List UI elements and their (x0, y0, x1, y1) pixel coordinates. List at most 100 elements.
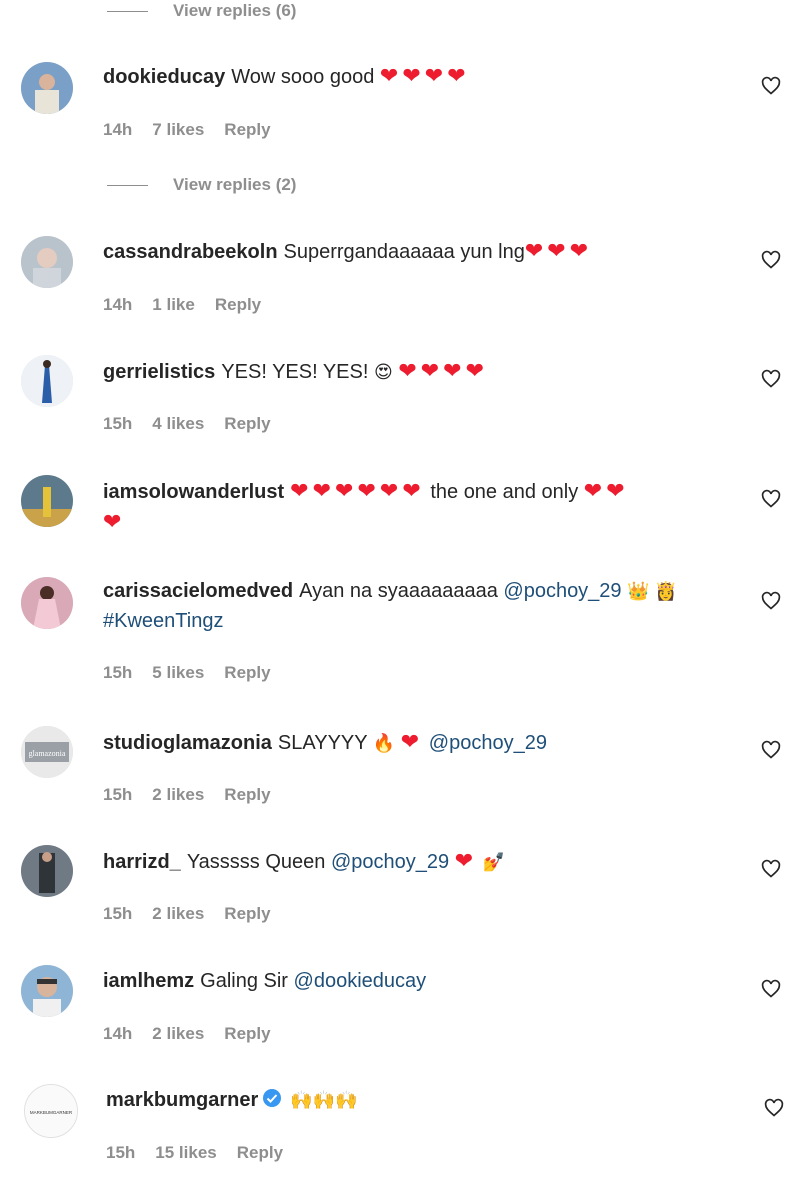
username[interactable]: studioglamazonia (103, 732, 272, 754)
comment-meta: 14h 1 like Reply (103, 295, 261, 315)
heart-icon[interactable] (761, 489, 781, 509)
avatar[interactable] (21, 845, 73, 897)
avatar-image: glamazonia (21, 726, 73, 778)
comment-text: carissacielomedved Ayan na syaaaaaaaaa @p… (103, 576, 733, 636)
comment-text: gerrielistics YES! YES! YES! 😍 ❤❤❤❤ (103, 356, 733, 387)
username[interactable]: carissacielomedved (103, 580, 293, 602)
heart-icon[interactable] (761, 369, 781, 389)
avatar[interactable] (21, 475, 73, 527)
avatar[interactable]: MARKBUMGARNER (24, 1084, 78, 1138)
heart-emoji: ❤❤❤❤ (379, 63, 470, 88)
likes-count[interactable]: 2 likes (152, 1024, 204, 1044)
reply-button[interactable]: Reply (224, 663, 270, 683)
username[interactable]: markbumgarner (106, 1089, 258, 1111)
avatar[interactable] (21, 236, 73, 288)
timestamp: 15h (103, 904, 133, 923)
likes-count[interactable]: 15 likes (155, 1143, 216, 1163)
username[interactable]: iamlhemz (103, 970, 194, 992)
mention-link[interactable]: @dookieducay (294, 970, 427, 992)
avatar[interactable] (21, 965, 73, 1017)
comment-meta: 15h 2 likes Reply (103, 904, 271, 924)
heart-eyes-emoji: 😍 (373, 362, 393, 382)
avatar-image (21, 475, 73, 527)
avatar-logo-text: MARKBUMGARNER (30, 1110, 73, 1115)
heart-emoji: ❤❤❤ (524, 238, 593, 263)
timestamp: 14h (103, 295, 133, 314)
comment-text: iamsolowanderlust ❤❤❤❤❤❤ the one and only… (103, 476, 733, 538)
avatar-image (21, 845, 73, 897)
avatar-image (21, 577, 73, 629)
reply-button[interactable]: Reply (224, 120, 270, 140)
timestamp: 14h (103, 1024, 133, 1043)
username[interactable]: gerrielistics (103, 361, 215, 383)
timestamp: 14h (103, 120, 133, 139)
divider-line (107, 10, 148, 12)
divider-line (107, 184, 148, 186)
username[interactable]: iamsolowanderlust (103, 481, 284, 503)
reply-button[interactable]: Reply (224, 785, 270, 805)
comment-meta: 15h 4 likes Reply (103, 414, 271, 434)
view-replies-mid[interactable]: View replies (2) (107, 174, 296, 196)
likes-count[interactable]: 7 likes (152, 120, 204, 140)
heart-emoji: ❤❤ (583, 478, 629, 503)
heart-emoji: ❤ (103, 509, 126, 534)
reply-button[interactable]: Reply (237, 1143, 283, 1163)
reply-button[interactable]: Reply (224, 904, 270, 924)
username[interactable]: harrizd_ (103, 851, 181, 873)
avatar[interactable] (21, 62, 73, 114)
avatar[interactable] (21, 355, 73, 407)
username[interactable]: dookieducay (103, 66, 225, 88)
likes-count[interactable]: 1 like (152, 295, 195, 315)
reply-button[interactable]: Reply (224, 414, 270, 434)
comment-text: dookieducay Wow sooo good ❤❤❤❤ (103, 61, 733, 92)
comment-meta: 15h 5 likes Reply (103, 663, 271, 683)
heart-icon[interactable] (761, 979, 781, 999)
comment-text: iamlhemz Galing Sir @dookieducay (103, 966, 733, 996)
avatar-image (21, 355, 73, 407)
hashtag-link[interactable]: #KweenTingz (103, 610, 223, 632)
comment-meta: 14h 7 likes Reply (103, 120, 271, 140)
heart-icon[interactable] (761, 591, 781, 611)
heart-icon[interactable] (764, 1098, 784, 1118)
username[interactable]: cassandrabeekoln (103, 241, 278, 263)
comment-text: markbumgarner 🙌🙌🙌 (106, 1085, 736, 1115)
view-replies-top[interactable]: View replies (6) (107, 0, 296, 22)
raised-hands-emoji: 🙌🙌🙌 (290, 1090, 358, 1110)
heart-emoji: ❤❤❤❤❤❤ (290, 478, 425, 503)
timestamp: 15h (103, 414, 133, 433)
timestamp: 15h (106, 1143, 136, 1162)
verified-badge-icon (263, 1089, 282, 1107)
view-replies-label: View replies (2) (173, 175, 297, 194)
comment-body: the one and only (430, 481, 579, 503)
heart-icon[interactable] (761, 740, 781, 760)
comment-text: cassandrabeekoln Superrgandaaaaaa yun lng… (103, 236, 733, 267)
comment-text: harrizd_ Yasssss Queen @pochoy_29 ❤ 💅 (103, 846, 733, 877)
mention-link[interactable]: @pochoy_29 (503, 580, 621, 602)
comment-meta: 15h 2 likes Reply (103, 785, 271, 805)
comment-body: YES! YES! YES! (221, 361, 369, 383)
avatar[interactable] (21, 577, 73, 629)
comment-body: SLAYYYY (277, 732, 368, 754)
comment-text: studioglamazonia SLAYYYY 🔥 ❤ @pochoy_29 (103, 727, 733, 758)
likes-count[interactable]: 5 likes (152, 663, 204, 683)
comment-meta: 15h 15 likes Reply (106, 1143, 283, 1163)
heart-icon[interactable] (761, 76, 781, 96)
likes-count[interactable]: 4 likes (152, 414, 204, 434)
avatar[interactable]: glamazonia (21, 726, 73, 778)
mention-link[interactable]: @pochoy_29 (331, 851, 449, 873)
reply-button[interactable]: Reply (224, 1024, 270, 1044)
avatar-image: MARKBUMGARNER (25, 1085, 77, 1137)
avatar-logo-text: glamazonia (29, 749, 66, 758)
timestamp: 15h (103, 663, 133, 682)
likes-count[interactable]: 2 likes (152, 904, 204, 924)
nail-polish-emoji: 💅 (482, 852, 506, 872)
avatar-image (21, 965, 73, 1017)
reply-button[interactable]: Reply (215, 295, 261, 315)
heart-emoji: ❤❤❤❤ (398, 358, 489, 383)
heart-icon[interactable] (761, 859, 781, 879)
comment-meta: 14h 2 likes Reply (103, 1024, 271, 1044)
heart-icon[interactable] (761, 250, 781, 270)
likes-count[interactable]: 2 likes (152, 785, 204, 805)
comment-body: Galing Sir (200, 970, 288, 992)
mention-link[interactable]: @pochoy_29 (429, 732, 547, 754)
